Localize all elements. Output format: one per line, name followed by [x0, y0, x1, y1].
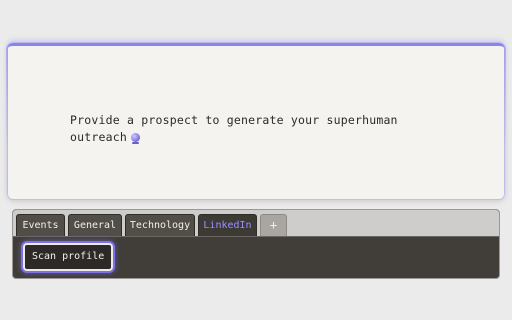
prompt-message: Provide a prospect to generate your supe…: [70, 112, 430, 146]
scan-profile-button[interactable]: Scan profile: [23, 243, 114, 271]
tab-linkedin[interactable]: LinkedIn: [198, 214, 257, 236]
app-window: Provide a prospect to generate your supe…: [0, 0, 512, 320]
prompt-line-2: outreach: [70, 129, 430, 146]
tab-technology[interactable]: Technology: [125, 214, 195, 236]
category-panel: Events General Technology LinkedIn + Sca…: [12, 209, 500, 279]
tab-bar: Events General Technology LinkedIn +: [13, 210, 499, 237]
add-tab-button[interactable]: +: [260, 214, 287, 236]
crystal-ball-icon: [131, 133, 140, 144]
tab-general[interactable]: General: [68, 214, 122, 236]
prompt-line-1: Provide a prospect to generate your supe…: [70, 113, 398, 127]
prompt-line-2-text: outreach: [70, 130, 127, 144]
prompt-card: Provide a prospect to generate your supe…: [8, 43, 504, 199]
tab-events[interactable]: Events: [16, 214, 65, 236]
